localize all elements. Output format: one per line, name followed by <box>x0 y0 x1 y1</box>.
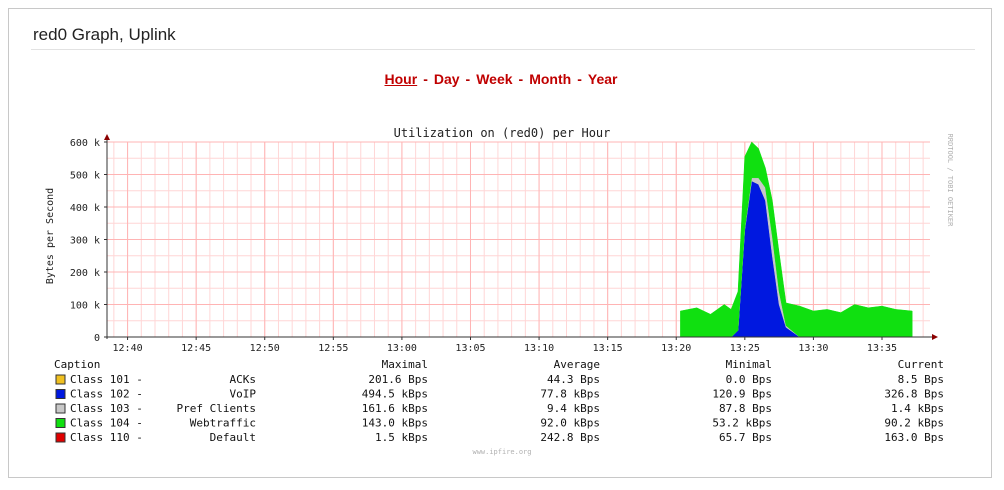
legend-class: Class 101 - <box>70 373 143 386</box>
legend-name: Webtraffic <box>190 417 256 430</box>
rrdtool-watermark: RRDTOOL / TOBI OETIKER <box>946 134 954 228</box>
legend: Caption Maximal Average Minimal Current … <box>54 358 944 444</box>
legend-value-max: 161.6 kBps <box>362 402 428 415</box>
y-tick-label: 500 k <box>70 171 100 182</box>
legend-value-min: 53.2 kBps <box>712 417 772 430</box>
x-tick-label: 13:00 <box>387 343 417 354</box>
legend-swatch <box>55 389 66 399</box>
x-tick-label: 12:50 <box>250 343 280 354</box>
x-tick-label: 12:55 <box>318 343 348 354</box>
x-axis-arrow <box>932 334 938 340</box>
footer-site: www.ipfire.org <box>472 448 531 456</box>
x-tick-label: 13:25 <box>730 343 760 354</box>
y-axis-label: Bytes per Second <box>45 188 56 284</box>
legend-value-cur: 8.5 Bps <box>898 373 944 386</box>
chart-title: Utilization on (red0) per Hour <box>394 126 611 140</box>
x-tick-label: 13:10 <box>524 343 554 354</box>
legend-value-cur: 163.0 Bps <box>884 431 944 444</box>
legend-value-max: 143.0 kBps <box>362 417 428 430</box>
legend-class: Class 104 - <box>70 417 143 430</box>
legend-value-avg: 9.4 kBps <box>547 402 600 415</box>
legend-swatch <box>55 374 66 385</box>
utilization-graph: Utilization on (red0) per Hour Bytes per… <box>45 126 954 456</box>
x-tick-label: 12:40 <box>113 343 143 354</box>
legend-swatch <box>55 432 66 443</box>
legend-class: Class 103 - <box>70 402 143 415</box>
legend-value-cur: 90.2 kBps <box>884 417 944 430</box>
legend-name: Default <box>210 431 256 444</box>
axes <box>104 134 938 340</box>
y-tick-label: 300 k <box>70 236 100 247</box>
legend-header-max: Maximal <box>382 358 428 371</box>
legend-value-max: 201.6 Bps <box>368 373 428 386</box>
y-tick-label: 200 k <box>70 268 100 279</box>
legend-value-max: 494.5 kBps <box>362 388 428 401</box>
legend-header-avg: Average <box>554 358 600 371</box>
y-tick-label: 0 <box>94 333 100 344</box>
legend-row: Class 101 - ACKs 201.6 Bps 44.3 Bps 0.0 Bps 8… <box>55 373 944 386</box>
legend-row: Class 102 - VoIP 494.5 kBps 77.8 kBps 120.9 … <box>55 388 944 401</box>
x-tick-label: 13:35 <box>867 343 897 354</box>
x-tick-label: 13:30 <box>798 343 828 354</box>
legend-row: Class 104 - Webtraffic 143.0 kBps 92.0 kBps… <box>55 417 944 430</box>
legend-value-avg: 44.3 Bps <box>547 373 600 386</box>
legend-row: Class 103 - Pref Clients 161.6 kBps 9.4 kBp… <box>55 402 944 415</box>
x-tick-label: 13:05 <box>455 343 485 354</box>
y-tick-label: 400 k <box>70 203 100 214</box>
legend-swatch <box>55 418 66 428</box>
x-tick-label: 13:15 <box>593 343 623 354</box>
legend-value-cur: 1.4 kBps <box>891 402 944 415</box>
legend-header-caption: Caption <box>54 358 100 371</box>
legend-name: Pref Clients <box>177 402 256 415</box>
y-axis-arrow <box>104 134 110 140</box>
legend-value-min: 120.9 Bps <box>712 388 772 401</box>
legend-swatch <box>55 403 66 414</box>
legend-row: Class 110 - Default 1.5 kBps 242.8 Bps 65.7 … <box>55 431 944 444</box>
legend-value-max: 1.5 kBps <box>375 431 428 444</box>
y-tick-label: 100 k <box>70 301 100 312</box>
legend-value-avg: 77.8 kBps <box>540 388 600 401</box>
legend-value-min: 65.7 Bps <box>719 431 772 444</box>
legend-value-cur: 326.8 Bps <box>884 388 944 401</box>
legend-value-avg: 242.8 Bps <box>540 431 600 444</box>
legend-name: VoIP <box>230 388 257 401</box>
legend-class: Class 102 - <box>70 388 143 401</box>
legend-name: ACKs <box>230 373 257 386</box>
legend-header-min: Minimal <box>726 358 772 371</box>
legend-header-current: Current <box>898 358 944 371</box>
legend-value-min: 0.0 Bps <box>726 373 772 386</box>
grid <box>107 141 930 337</box>
y-tick-label: 600 k <box>70 138 100 149</box>
x-tick-label: 13:20 <box>661 343 691 354</box>
x-tick-label: 12:45 <box>181 343 211 354</box>
legend-class: Class 110 - <box>70 431 143 444</box>
legend-value-avg: 92.0 kBps <box>540 417 600 430</box>
legend-value-min: 87.8 Bps <box>719 402 772 415</box>
